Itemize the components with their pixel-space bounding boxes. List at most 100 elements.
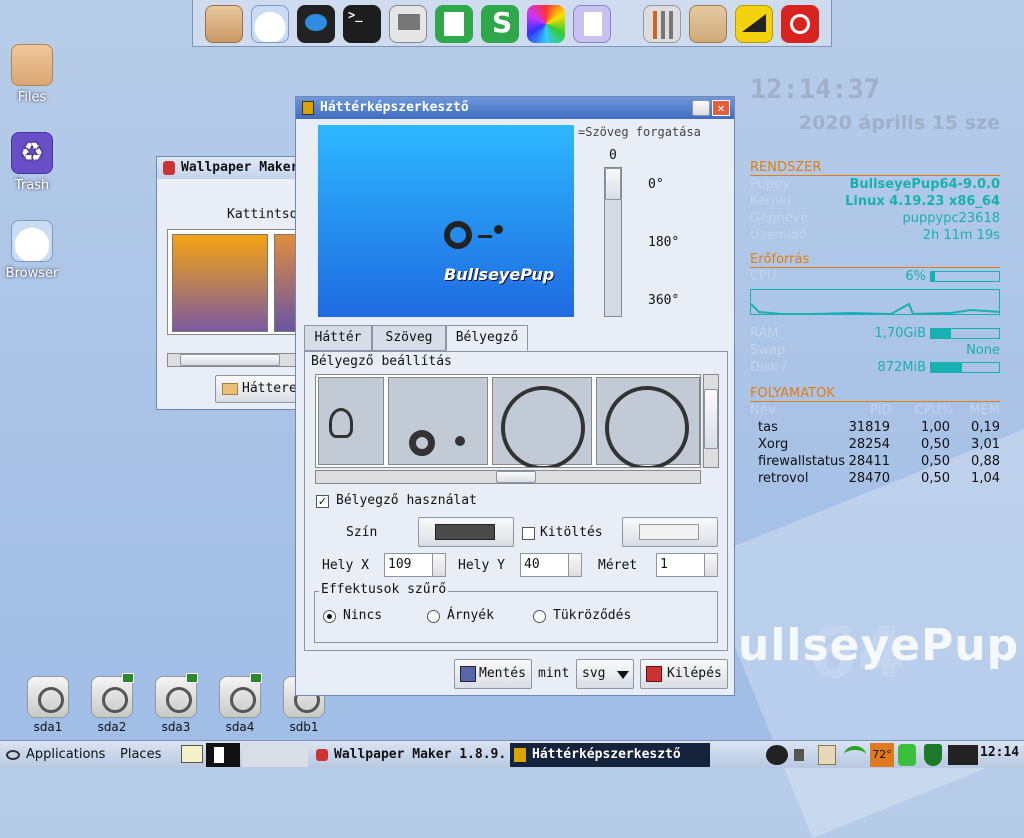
section-resources: Erőforrás — [750, 252, 1000, 268]
disk-bar — [930, 362, 1000, 373]
info-row: Puppy BullseyePup64-9.0.0 — [750, 177, 1000, 192]
wallpaper-maker-window[interactable]: Wallpaper Maker Kattintso Háttere — [156, 156, 317, 410]
cpu-graph-icon[interactable] — [948, 745, 978, 765]
pos-y-input[interactable]: 40 — [520, 553, 582, 577]
crying-face-stamp-icon[interactable] — [596, 377, 700, 467]
cloud-icon[interactable] — [251, 5, 289, 43]
fill-color-button[interactable] — [622, 517, 718, 547]
power-icon[interactable] — [781, 5, 819, 43]
clipboard-icon[interactable] — [818, 745, 836, 765]
background-editor-window[interactable]: Háttérképszerkesztő ✕ BullseyePup =Szöve… — [295, 96, 735, 696]
shield-icon[interactable] — [924, 744, 942, 766]
as-label: mint — [538, 666, 570, 681]
taskbar-clock[interactable]: 12:14 — [980, 745, 1019, 760]
process-header: Név PID CPU% MEM — [750, 403, 1000, 418]
use-stamp-checkbox[interactable]: ✓ — [316, 495, 329, 508]
drive-sda3[interactable]: sda3 — [148, 673, 204, 734]
pos-y-label: Hely Y — [458, 558, 505, 573]
drive-icon — [91, 673, 134, 718]
tab-background[interactable]: Háttér — [304, 325, 372, 351]
stamp-vscroll[interactable] — [703, 374, 719, 468]
fill-checkbox[interactable] — [522, 527, 535, 540]
window-titlebar[interactable]: Wallpaper Maker — [157, 157, 315, 179]
task-wallpaper-maker[interactable]: Wallpaper Maker 1.8.9. — [312, 743, 510, 767]
stamp-settings-label: Bélyegző beállítás — [311, 354, 452, 369]
window-titlebar[interactable]: Háttérképszerkesztő ✕ — [296, 97, 734, 119]
home-icon[interactable] — [205, 5, 243, 43]
info-row: Üzemidő 2h 11m 19s — [750, 228, 1000, 243]
desktop-icon-files[interactable]: Files — [0, 44, 67, 105]
bullseye-stamp-icon[interactable] — [388, 377, 488, 465]
effect-shadow-label: Árnyék — [447, 608, 494, 623]
exit-icon — [646, 666, 662, 682]
speaker-icon[interactable] — [794, 749, 804, 761]
signal-icon[interactable] — [735, 5, 773, 43]
ram-row: RAM 1,70GiB — [750, 325, 1000, 342]
chat-icon[interactable] — [297, 5, 335, 43]
drive-icon — [219, 673, 262, 718]
quit-button[interactable]: Kilépés — [640, 659, 728, 689]
spreadsheet-icon[interactable]: S — [481, 5, 519, 43]
format-select[interactable]: svg — [576, 659, 634, 689]
drive-icon — [27, 676, 69, 718]
tab-stamp[interactable]: Bélyegző — [446, 325, 528, 351]
document-icon[interactable] — [573, 5, 611, 43]
rotation-value: 0 — [609, 148, 617, 163]
network-icon[interactable] — [844, 746, 866, 764]
effect-none-radio[interactable] — [323, 610, 336, 623]
stamp-hscroll[interactable] — [315, 470, 701, 484]
process-row: firewallstatus 28411 0,50 0,88 — [758, 454, 1000, 469]
workspace-1[interactable] — [206, 743, 240, 767]
mixer-icon[interactable] — [643, 5, 681, 43]
size-input[interactable]: 1 — [656, 553, 718, 577]
app-icon — [316, 749, 328, 761]
mounted-icon — [122, 673, 134, 683]
monitor-icon[interactable] — [389, 5, 427, 43]
effect-none-label: Nincs — [343, 608, 383, 623]
notes-icon[interactable] — [435, 5, 473, 43]
close-button[interactable]: ✕ — [712, 100, 730, 116]
wallpaper-preview: BullseyePup — [318, 125, 574, 317]
rotation-slider[interactable] — [604, 167, 622, 317]
pos-x-input[interactable]: 109 — [384, 553, 446, 577]
process-table: Név PID CPU% MEM tas 31819 1,00 0,19 Xorg 28254… — [750, 402, 1000, 487]
system-monitor: 12:14:37 2020 április 15 sze RENDSZER Pu… — [750, 74, 1000, 487]
minimize-button[interactable] — [692, 100, 710, 116]
rotation-tick: 0° — [648, 177, 664, 192]
camera-icon[interactable] — [766, 745, 788, 765]
applications-menu[interactable]: Applications — [2, 743, 105, 767]
desktop-icon-browser[interactable]: Browser — [0, 220, 67, 281]
wallpaper-thumb[interactable] — [172, 234, 268, 332]
tab-text[interactable]: Szöveg — [372, 325, 446, 351]
process-row: tas 31819 1,00 0,19 — [758, 420, 1000, 435]
task-background-editor[interactable]: Háttérképszerkesztő — [510, 743, 710, 767]
drive-sda1[interactable]: sda1 — [20, 676, 76, 734]
storage-icon[interactable] — [898, 744, 916, 766]
rotation-tick: 360° — [648, 293, 680, 308]
cpu-bar — [930, 271, 1000, 282]
temperature-badge[interactable]: 72° — [870, 743, 894, 767]
color-picker-button[interactable] — [418, 517, 514, 547]
save-button[interactable]: Mentés — [454, 659, 532, 689]
mounted-icon — [250, 673, 262, 683]
folder-icon — [11, 44, 53, 86]
color-icon[interactable] — [527, 5, 565, 43]
effect-reflection-radio[interactable] — [533, 610, 546, 623]
rotation-tick: 180° — [648, 235, 680, 250]
drive-sda2[interactable]: sda2 — [84, 673, 140, 734]
terminal-icon[interactable]: >_ — [343, 5, 381, 43]
drive-sda4[interactable]: sda4 — [212, 673, 268, 734]
places-menu[interactable]: Places — [120, 743, 161, 767]
drive-label: sda2 — [97, 720, 127, 734]
lightbulb-stamp-icon[interactable] — [318, 377, 384, 465]
effect-shadow-radio[interactable] — [427, 610, 440, 623]
clock-date: 2020 április 15 sze — [798, 112, 1000, 134]
rotation-label: =Szöveg forgatása — [578, 125, 701, 139]
slider-handle[interactable] — [605, 168, 621, 200]
cpu-graph — [750, 289, 1000, 315]
desktop-icon-trash[interactable]: ♻ Trash — [0, 132, 67, 193]
confused-face-stamp-icon[interactable] — [492, 377, 592, 467]
box-icon[interactable] — [689, 5, 727, 43]
workspace-2[interactable] — [242, 743, 308, 767]
show-desktop-icon[interactable] — [181, 745, 203, 763]
